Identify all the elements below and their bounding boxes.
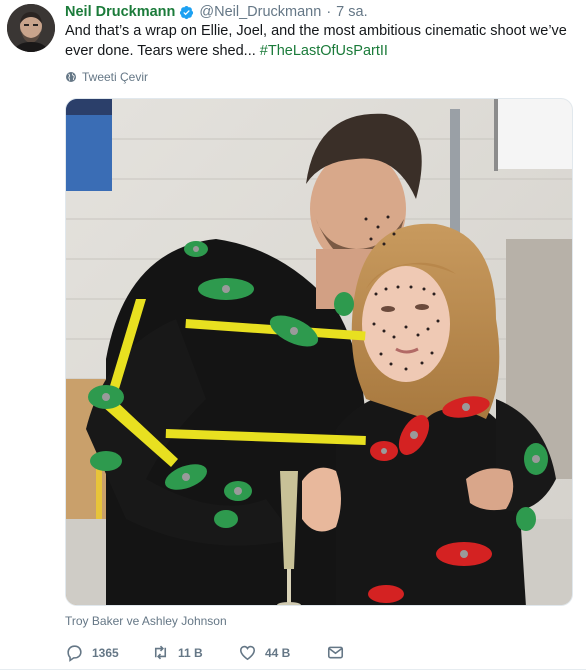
direct-message-icon [327,646,344,659]
tweet-actions: 1365 11 B 44 B [65,643,375,662]
tweet-timestamp[interactable]: 7 sa. [336,4,367,20]
globe-icon [66,72,76,82]
like-button[interactable]: 44 B [238,643,302,662]
author-handle[interactable]: @Neil_Druckmann [199,4,321,20]
reply-icon [67,645,82,662]
tweet-photo[interactable] [65,98,573,606]
like-count: 44 B [265,645,291,660]
tweet-header: Neil Druckmann @Neil_Druckmann · 7 sa. [65,3,368,21]
author-avatar[interactable] [7,4,55,52]
direct-message-button[interactable] [326,643,353,662]
author-name[interactable]: Neil Druckmann [65,4,175,20]
verified-badge-icon [180,5,194,19]
tweet: Neil Druckmann @Neil_Druckmann · 7 sa. A… [0,0,586,670]
retweet-button[interactable]: 11 B [151,643,217,662]
reply-button[interactable]: 1365 [65,643,130,662]
photo-caption[interactable]: Troy Baker ve Ashley Johnson [65,614,227,628]
photo-image [66,99,572,605]
retweet-icon [154,645,167,660]
translate-tweet-link[interactable]: Tweeti Çevir [65,70,148,84]
tweet-text: And that’s a wrap on Ellie, Joel, and th… [65,21,577,61]
reply-count: 1365 [92,645,119,660]
translate-label[interactable]: Tweeti Çevir [82,70,148,84]
heart-icon [239,645,256,661]
hashtag-link[interactable]: #TheLastOfUsPartII [260,43,388,59]
retweet-count: 11 B [178,645,203,660]
header-separator: · [326,4,332,20]
